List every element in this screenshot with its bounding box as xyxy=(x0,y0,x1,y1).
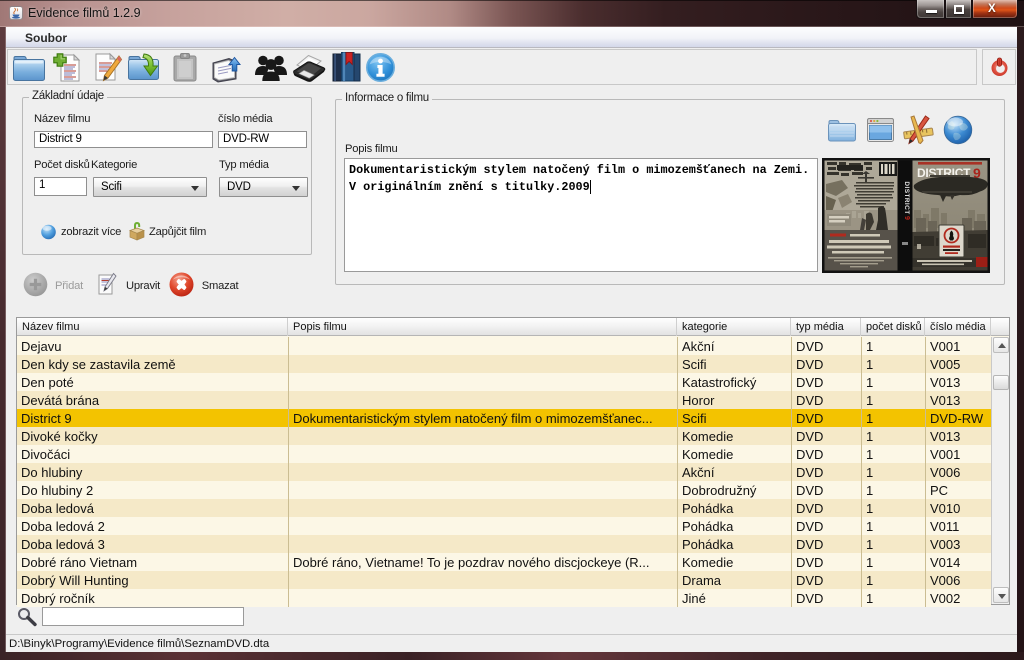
svg-text:9: 9 xyxy=(903,216,910,220)
svg-text:DISTRICT: DISTRICT xyxy=(903,181,910,214)
